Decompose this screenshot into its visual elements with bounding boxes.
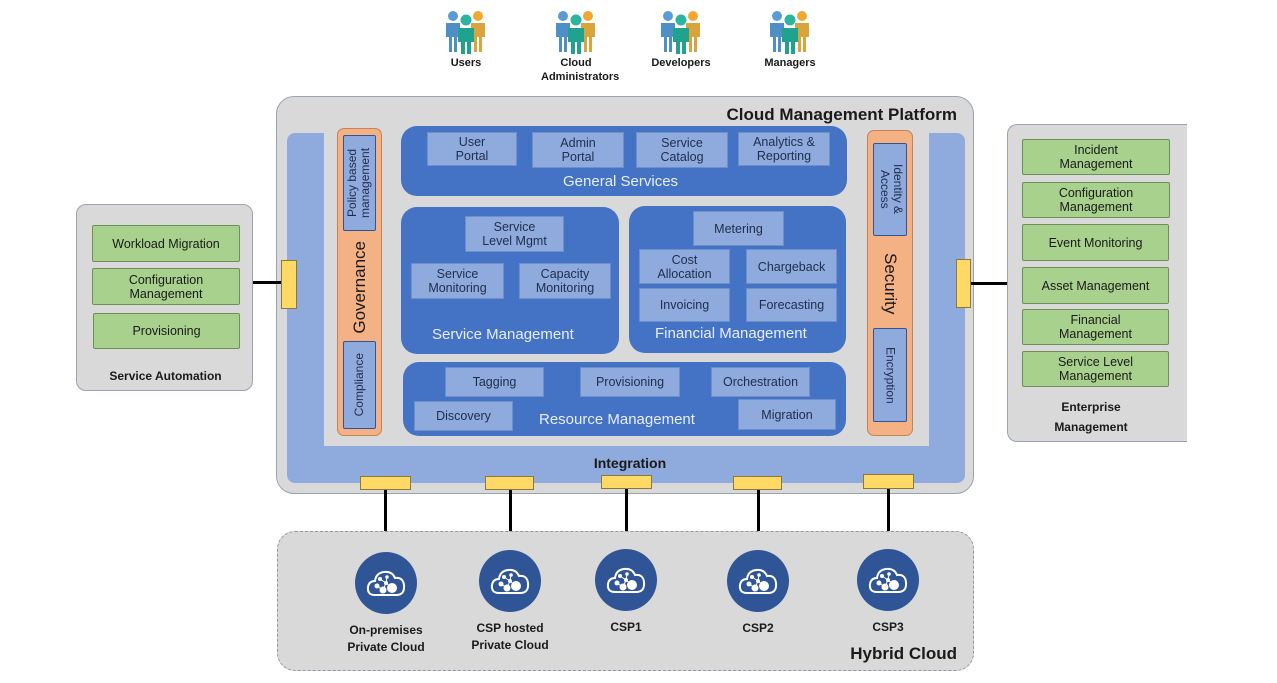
tile-service-catalog[interactable]: Service Catalog <box>636 132 728 168</box>
cloud-network-icon <box>366 568 406 598</box>
persona-label: Managers <box>764 57 816 69</box>
wire-service-automation <box>253 281 281 284</box>
node-csp3[interactable]: CSP3 <box>828 549 948 636</box>
node-label: On-premises Private Cloud <box>347 623 425 654</box>
tile-user-portal[interactable]: User Portal <box>427 132 517 166</box>
node-label: CSP3 <box>872 620 904 634</box>
people-group-icon <box>658 10 704 54</box>
persona-label: Developers <box>651 57 711 69</box>
service-management-label: Service Management <box>432 326 574 343</box>
financial-management-label: Financial Management <box>655 325 807 342</box>
encryption[interactable]: Encryption <box>873 328 907 422</box>
em-service-level-management[interactable]: Service Level Management <box>1022 351 1169 387</box>
sa-provisioning[interactable]: Provisioning <box>93 313 240 349</box>
node-csp2[interactable]: CSP2 <box>698 550 818 637</box>
persona-managers: Managers <box>745 10 835 70</box>
hybrid-cloud-title: Hybrid Cloud <box>850 644 957 663</box>
persona-developers: Developers <box>636 10 726 70</box>
persona-cloud-administrators: Cloud Administrators <box>531 10 621 84</box>
connector-right <box>956 259 971 308</box>
security-title: Security <box>881 253 900 315</box>
connector-bottom-1 <box>360 476 411 490</box>
em-asset-management[interactable]: Asset Management <box>1022 267 1169 304</box>
general-services-group: User Portal Admin Portal Service Catalog… <box>401 126 847 196</box>
connector-left <box>281 260 297 309</box>
connector-bottom-3 <box>601 475 652 489</box>
service-management-group: Service Level Mgmt Service Monitoring Ca… <box>401 207 619 354</box>
connector-bottom-5 <box>863 474 914 489</box>
node-csp1[interactable]: CSP1 <box>566 549 686 636</box>
sa-configuration-management[interactable]: Configuration Management <box>92 268 240 305</box>
cloud-network-icon <box>606 565 646 595</box>
identity-access[interactable]: Identity & Access <box>873 143 907 236</box>
tile-cost-allocation[interactable]: Cost Allocation <box>639 249 730 284</box>
compliance[interactable]: Compliance <box>343 341 376 429</box>
enterprise-management-panel: Incident Management Configuration Manage… <box>1007 124 1187 442</box>
node-label: CSP1 <box>610 620 642 634</box>
tile-chargeback[interactable]: Chargeback <box>746 249 837 284</box>
people-group-icon <box>443 10 489 54</box>
tile-service-level-mgmt[interactable]: Service Level Mgmt <box>465 216 564 252</box>
sa-workload-migration[interactable]: Workload Migration <box>92 225 240 262</box>
people-group-icon <box>767 10 813 54</box>
tile-service-monitoring[interactable]: Service Monitoring <box>411 263 504 299</box>
tile-discovery[interactable]: Discovery <box>414 401 513 431</box>
cloud-network-icon <box>738 566 778 596</box>
security-column: Identity & Access Security Encryption <box>867 130 913 436</box>
node-label: CSP2 <box>742 621 774 635</box>
tile-analytics-reporting[interactable]: Analytics & Reporting <box>738 132 830 166</box>
connector-bottom-2 <box>485 476 534 490</box>
tile-forecasting[interactable]: Forecasting <box>746 288 837 322</box>
policy-based-management[interactable]: Policy based management <box>343 135 376 231</box>
tile-migration[interactable]: Migration <box>738 399 836 430</box>
platform-title: Cloud Management Platform <box>726 105 957 124</box>
connector-bottom-4 <box>733 476 782 490</box>
service-automation-label: Service Automation <box>109 369 222 383</box>
tile-tagging[interactable]: Tagging <box>445 367 544 397</box>
service-automation-panel: Workload Migration Configuration Managem… <box>76 204 253 391</box>
tile-invoicing[interactable]: Invoicing <box>639 288 730 322</box>
node-csp-hosted-private-cloud[interactable]: CSP hosted Private Cloud <box>450 550 570 654</box>
em-event-monitoring[interactable]: Event Monitoring <box>1022 224 1169 261</box>
persona-label: Users <box>450 57 482 69</box>
resource-management-group: Tagging Provisioning Orchestration Disco… <box>403 362 846 436</box>
resource-management-label: Resource Management <box>539 411 695 428</box>
integration-label: Integration <box>593 455 667 471</box>
general-services-label: General Services <box>563 173 679 190</box>
em-financial-management[interactable]: Financial Management <box>1022 309 1169 345</box>
people-group-icon <box>553 10 599 54</box>
tile-admin-portal[interactable]: Admin Portal <box>532 132 624 168</box>
persona-users: Users <box>421 10 511 70</box>
wire-enterprise-management <box>971 282 1007 285</box>
em-incident-management[interactable]: Incident Management <box>1022 139 1170 175</box>
enterprise-management-label: Enterprise Management <box>1054 400 1128 434</box>
tile-capacity-monitoring[interactable]: Capacity Monitoring <box>519 263 611 299</box>
node-on-premises-private-cloud[interactable]: On-premises Private Cloud <box>326 552 446 656</box>
governance-title: Governance <box>349 240 369 334</box>
governance-column: Policy based management Governance Compl… <box>337 128 382 436</box>
cloud-network-icon <box>868 565 908 595</box>
tile-orchestration[interactable]: Orchestration <box>711 367 810 397</box>
tile-metering[interactable]: Metering <box>693 211 784 246</box>
em-configuration-management[interactable]: Configuration Management <box>1022 182 1170 218</box>
cloud-network-icon <box>490 566 530 596</box>
tile-provisioning[interactable]: Provisioning <box>580 367 680 397</box>
financial-management-group: Metering Cost Allocation Chargeback Invo… <box>629 206 846 353</box>
persona-label: Cloud Administrators <box>541 57 620 83</box>
node-label: CSP hosted Private Cloud <box>471 621 549 652</box>
